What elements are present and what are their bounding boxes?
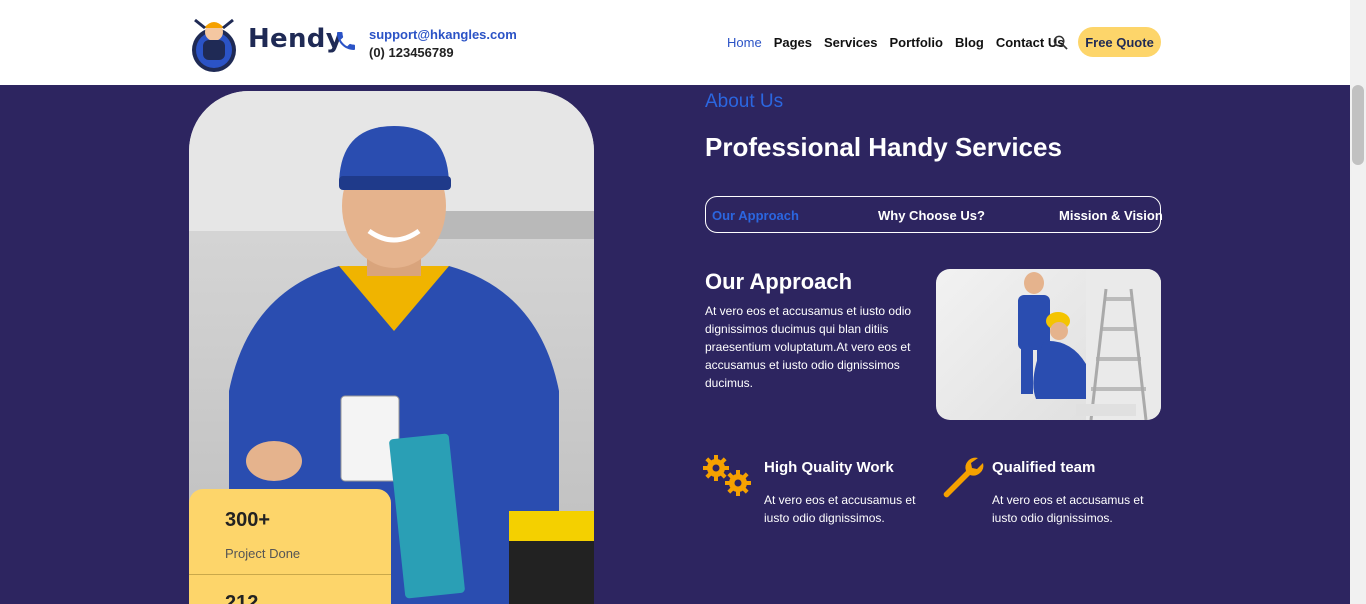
site-header: Hendy support@hkangles.com (0) 123456789…	[0, 0, 1350, 85]
wrench-icon	[943, 457, 984, 498]
support-email-link[interactable]: support@hkangles.com	[369, 27, 517, 42]
handyman-logo-icon[interactable]	[189, 10, 239, 74]
nav-services[interactable]: Services	[824, 35, 878, 50]
feature-team-text: At vero eos et accusamus et iusto odio d…	[992, 493, 1144, 525]
search-icon[interactable]	[1053, 35, 1068, 50]
gears-icon	[703, 455, 751, 496]
feature-team-title: Qualified team	[992, 459, 1096, 476]
approach-text: At vero eos et accusamus et iusto odio d…	[705, 304, 912, 390]
main-nav: Home Pages Services Portfolio Blog Conta…	[727, 35, 1064, 50]
approach-heading: Our Approach	[705, 269, 853, 294]
stat-second-value: 212	[225, 592, 259, 604]
phone-icon	[337, 32, 355, 50]
tab-our-approach[interactable]: Our Approach	[712, 208, 799, 223]
section-title: Professional Handy Services	[705, 132, 1062, 162]
nav-home[interactable]: Home	[727, 35, 762, 50]
stat-projects-label: Project Done	[225, 546, 301, 561]
workers-photo	[936, 269, 1161, 420]
about-tabs: Our Approach Why Choose Us? Mission & Vi…	[705, 196, 1163, 233]
tab-mission-vision[interactable]: Mission & Vision	[1059, 208, 1163, 223]
nav-portfolio[interactable]: Portfolio	[890, 35, 943, 50]
phone-number[interactable]: (0) 123456789	[369, 45, 454, 60]
feature-quality-text: At vero eos et accusamus et iusto odio d…	[764, 493, 916, 525]
nav-pages[interactable]: Pages	[774, 35, 812, 50]
free-quote-button[interactable]: Free Quote	[1078, 27, 1161, 57]
feature-quality-title: High Quality Work	[764, 459, 894, 476]
tab-why-choose-us[interactable]: Why Choose Us?	[878, 208, 985, 223]
scrollbar-thumb[interactable]	[1352, 85, 1364, 165]
stat-projects-value: 300+	[225, 509, 271, 531]
nav-blog[interactable]: Blog	[955, 35, 984, 50]
brand-name[interactable]: Hendy	[248, 24, 343, 54]
section-eyebrow: About Us	[705, 91, 784, 112]
stat-divider	[189, 574, 391, 575]
stats-card: 300+ Project Done 212	[189, 489, 391, 604]
